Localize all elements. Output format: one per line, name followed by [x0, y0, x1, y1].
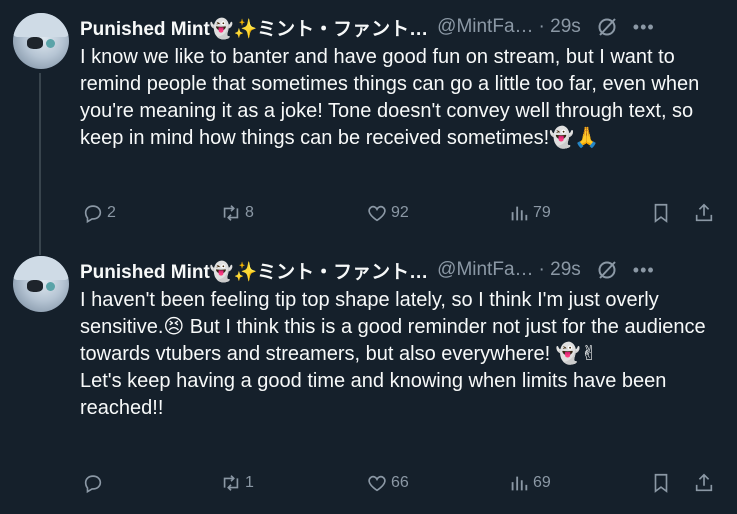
more-icon[interactable]: ••• [633, 17, 655, 38]
grok-icon[interactable] [595, 258, 619, 282]
reply-button[interactable]: 2 [82, 201, 116, 225]
reply-icon [84, 205, 102, 224]
bookmark-button[interactable] [650, 471, 672, 495]
tweet-text-paragraph: I haven't been feeling tip top shape lat… [80, 289, 706, 365]
author-name[interactable]: Punished Mint👻✨ミント・ファント… [80, 257, 428, 284]
tweet[interactable]: Punished Mint👻✨ミント・ファント… @MintFa… · 29s … [0, 243, 737, 514]
bookmark-icon [654, 473, 668, 493]
avatar-eye [46, 39, 55, 48]
share-button[interactable] [693, 471, 715, 495]
bookmark-icon [654, 203, 668, 223]
author-name[interactable]: Punished Mint👻✨ミント・ファント… [80, 14, 428, 41]
tweet[interactable]: Punished Mint👻✨ミント・ファント… @MintFa… · 29s … [0, 0, 737, 255]
more-icon[interactable]: ••• [633, 260, 655, 281]
share-button[interactable] [693, 201, 715, 225]
like-button[interactable]: 66 [366, 471, 409, 495]
avatar-eyepatch [27, 37, 43, 49]
heart-icon [368, 205, 386, 222]
tweet-text: I know we like to banter and have good f… [80, 46, 700, 149]
like-button[interactable]: 92 [366, 201, 409, 225]
avatar-hair [13, 256, 69, 280]
retweet-count: 1 [245, 474, 254, 491]
avatar-hair [13, 13, 69, 37]
timestamp[interactable]: · 29s [539, 16, 581, 38]
views-icon [511, 206, 528, 221]
views-button[interactable]: 79 [508, 201, 551, 225]
thread-connector-line [39, 73, 41, 255]
tweet-header: Punished Mint👻✨ミント・ファント… @MintFa… · 29s … [80, 14, 723, 41]
grok-icon[interactable] [595, 15, 619, 39]
tweet-actions: 2 8 92 79 [80, 201, 720, 225]
avatar[interactable] [13, 256, 69, 312]
reply-count: 2 [107, 204, 116, 221]
avatar-eye [46, 282, 55, 291]
like-count: 92 [391, 204, 409, 221]
bookmark-button[interactable] [650, 201, 672, 225]
tweet-text: I haven't been feeling tip top shape lat… [80, 287, 725, 422]
tweet-text-paragraph: Let's keep having a good time and knowin… [80, 370, 667, 419]
views-button[interactable]: 69 [508, 471, 551, 495]
share-icon [695, 203, 713, 222]
author-handle[interactable]: @MintFa… [437, 16, 533, 38]
avatar[interactable] [13, 13, 69, 69]
retweet-icon [223, 475, 239, 491]
retweet-button[interactable]: 8 [220, 201, 254, 225]
tweet-actions: 1 66 69 [80, 471, 720, 495]
views-count: 69 [533, 474, 551, 491]
reply-button[interactable] [82, 471, 107, 495]
timestamp[interactable]: · 29s [539, 259, 581, 281]
views-count: 79 [533, 204, 551, 221]
views-icon [511, 476, 528, 491]
retweet-button[interactable]: 1 [220, 471, 254, 495]
reply-icon [84, 475, 102, 494]
heart-icon [368, 475, 386, 492]
share-icon [695, 473, 713, 492]
author-handle[interactable]: @MintFa… [437, 259, 533, 281]
retweet-icon [223, 205, 239, 221]
avatar-eyepatch [27, 280, 43, 292]
retweet-count: 8 [245, 204, 254, 221]
like-count: 66 [391, 474, 409, 491]
tweet-header: Punished Mint👻✨ミント・ファント… @MintFa… · 29s … [80, 257, 723, 284]
